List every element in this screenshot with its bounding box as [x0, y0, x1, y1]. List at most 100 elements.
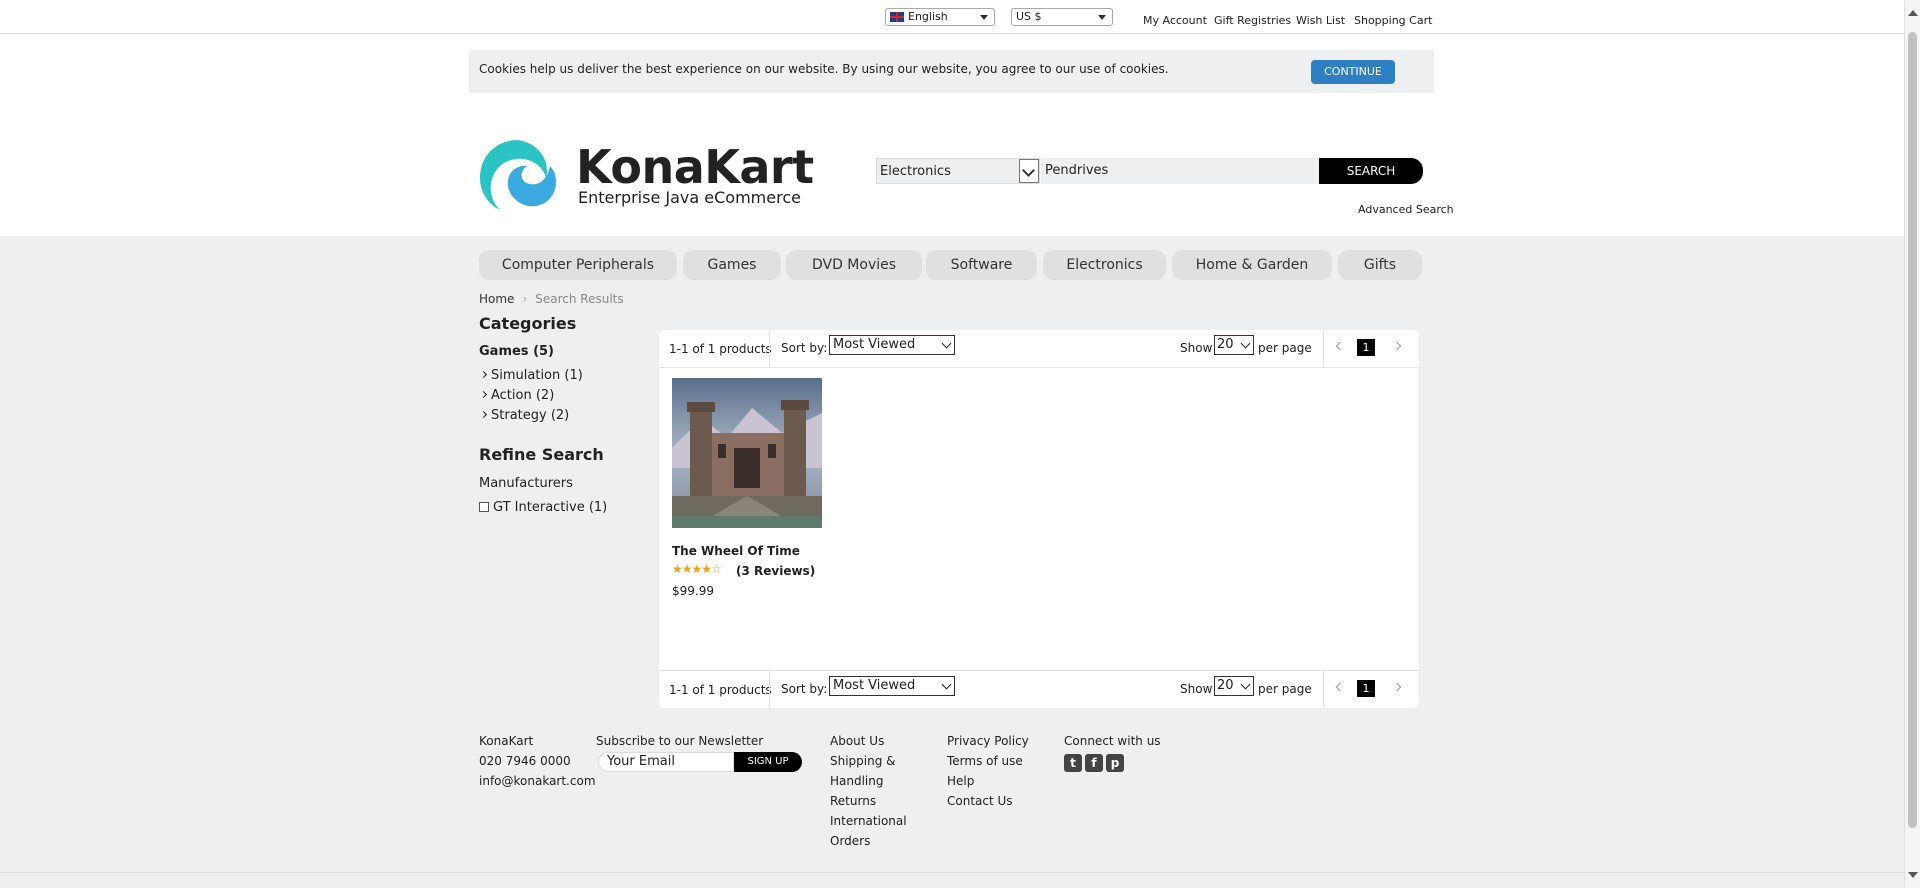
search-button[interactable]: SEARCH: [1319, 158, 1423, 184]
newsletter-signup-button[interactable]: SIGN UP: [734, 752, 802, 772]
footer-phone: 020 7946 0000: [479, 754, 571, 768]
sort-select[interactable]: Most Viewed: [829, 335, 955, 355]
product-image[interactable]: [672, 378, 822, 528]
newsletter-email-input[interactable]: Your Email: [598, 752, 734, 772]
konakart-wave-icon: [480, 140, 556, 210]
category-strategy[interactable]: Strategy (2): [479, 408, 570, 423]
breadcrumb-current: Search Results: [535, 292, 624, 306]
footer-contact-link[interactable]: Contact Us: [947, 794, 1013, 808]
prev-page-icon[interactable]: [1335, 341, 1345, 351]
connect-heading: Connect with us: [1064, 734, 1161, 748]
breadcrumb-home[interactable]: Home: [479, 292, 514, 306]
wish-list-link[interactable]: Wish List: [1296, 14, 1345, 27]
pinterest-icon[interactable]: p: [1106, 754, 1124, 772]
chevron-down-icon: [980, 15, 988, 20]
footer-shipping-link-line2[interactable]: Handling: [830, 774, 884, 788]
advanced-search-link[interactable]: Advanced Search: [1358, 203, 1454, 216]
divider: [769, 671, 770, 709]
category-action[interactable]: Action (2): [479, 388, 555, 403]
results-toolbar-top: 1-1 of 1 products Sort by: Most Viewed S…: [659, 330, 1419, 368]
top-bar: English US $ My Account Gift Registries …: [0, 0, 1904, 34]
nav-dvd-movies[interactable]: DVD Movies: [786, 250, 922, 280]
chevron-down-icon: [941, 679, 952, 690]
footer-privacy-link[interactable]: Privacy Policy: [947, 734, 1029, 748]
chevron-right-icon: [479, 370, 488, 379]
page-number[interactable]: 1: [1357, 339, 1375, 356]
language-select[interactable]: English: [885, 8, 995, 26]
category-simulation[interactable]: Simulation (1): [479, 368, 583, 383]
chevron-down-icon[interactable]: [1019, 159, 1039, 183]
scroll-down-icon[interactable]: [1908, 872, 1918, 878]
gift-registries-link[interactable]: Gift Registries: [1214, 14, 1291, 27]
manufacturer-gt-interactive[interactable]: GT Interactive (1): [479, 500, 607, 515]
nav-software[interactable]: Software: [926, 250, 1037, 280]
chevron-right-icon: [479, 410, 488, 419]
footer-about-link[interactable]: About Us: [830, 734, 884, 748]
manufacturer-label: GT Interactive (1): [493, 500, 608, 515]
nav-games[interactable]: Games: [683, 250, 781, 280]
shopping-cart-link[interactable]: Shopping Cart: [1354, 14, 1432, 27]
chevron-right-icon: [479, 390, 488, 399]
my-account-link[interactable]: My Account: [1143, 14, 1207, 27]
search-input[interactable]: Pendrives: [1041, 158, 1319, 184]
footer-international-link-line2[interactable]: Orders: [830, 834, 870, 848]
chevron-down-icon: [941, 338, 952, 349]
category-parent[interactable]: Games (5): [479, 344, 554, 359]
sort-value: Most Viewed: [833, 337, 916, 352]
categories-heading: Categories: [479, 314, 577, 333]
scrollbar-thumb[interactable]: [1908, 32, 1917, 828]
twitter-icon[interactable]: t: [1064, 754, 1082, 772]
category-label: Strategy (2): [491, 408, 570, 423]
chevron-down-icon: [1240, 338, 1251, 349]
scroll-up-icon[interactable]: [1908, 10, 1918, 16]
chevron-down-icon: [1098, 15, 1106, 20]
next-page-icon[interactable]: [1392, 341, 1402, 351]
results-toolbar-bottom: 1-1 of 1 products Sort by: Most Viewed S…: [659, 670, 1419, 709]
review-count[interactable]: (3 Reviews): [736, 564, 815, 578]
star-empty-icon: ☆: [711, 562, 722, 576]
show-label: Show: [1180, 341, 1213, 355]
category-label: Action (2): [491, 388, 555, 403]
nav-home-garden[interactable]: Home & Garden: [1172, 250, 1332, 280]
page-number[interactable]: 1: [1357, 680, 1375, 697]
star-filled-icon: ★: [672, 562, 683, 576]
logo[interactable]: KonaKart Enterprise Java eCommerce: [476, 134, 814, 214]
cookie-banner: Cookies help us deliver the best experie…: [469, 50, 1434, 93]
nav-electronics[interactable]: Electronics: [1043, 250, 1166, 280]
prev-page-icon[interactable]: [1335, 682, 1345, 692]
nav-computer-peripherals[interactable]: Computer Peripherals: [479, 250, 677, 280]
page-size-value: 20: [1217, 337, 1234, 352]
sort-select[interactable]: Most Viewed: [829, 676, 955, 696]
logo-tagline: Enterprise Java eCommerce: [578, 188, 801, 207]
checkbox[interactable]: [479, 501, 489, 512]
facebook-icon[interactable]: f: [1085, 754, 1103, 772]
breadcrumb-separator-icon: ›: [522, 292, 528, 306]
cookie-message: Cookies help us deliver the best experie…: [479, 62, 1169, 76]
footer-help-link[interactable]: Help: [947, 774, 974, 788]
page-scrollbar[interactable]: [1904, 0, 1920, 888]
footer-email[interactable]: info@konakart.com: [479, 774, 596, 788]
cookie-continue-button[interactable]: CONTINUE: [1311, 60, 1395, 84]
footer-returns-link[interactable]: Returns: [830, 794, 876, 808]
search-category-value: Electronics: [880, 164, 951, 179]
next-page-icon[interactable]: [1392, 682, 1402, 692]
star-filled-icon: ★: [681, 562, 693, 576]
page-size-select[interactable]: 20: [1214, 335, 1254, 355]
newsletter-title: Subscribe to our Newsletter: [596, 734, 764, 748]
footer-terms-link[interactable]: Terms of use: [947, 754, 1023, 768]
page-size-select[interactable]: 20: [1214, 676, 1254, 696]
currency-select[interactable]: US $: [1011, 8, 1113, 26]
results-panel: 1-1 of 1 products Sort by: Most Viewed S…: [659, 330, 1419, 709]
footer-company: KonaKart: [479, 734, 534, 748]
product-price: $99.99: [672, 584, 714, 598]
footer-shipping-link[interactable]: Shipping &: [830, 754, 896, 768]
show-label: Show: [1180, 682, 1213, 696]
rating-stars: ★★★★☆: [672, 562, 722, 576]
search-category-select[interactable]: Electronics: [876, 158, 1040, 184]
per-page-label: per page: [1258, 341, 1312, 355]
results-count: 1-1 of 1 products: [669, 683, 772, 697]
nav-gifts[interactable]: Gifts: [1338, 250, 1422, 280]
product-title[interactable]: The Wheel Of Time: [672, 544, 800, 558]
star-filled-icon: ★: [701, 562, 712, 576]
footer-international-link[interactable]: International: [830, 814, 907, 828]
